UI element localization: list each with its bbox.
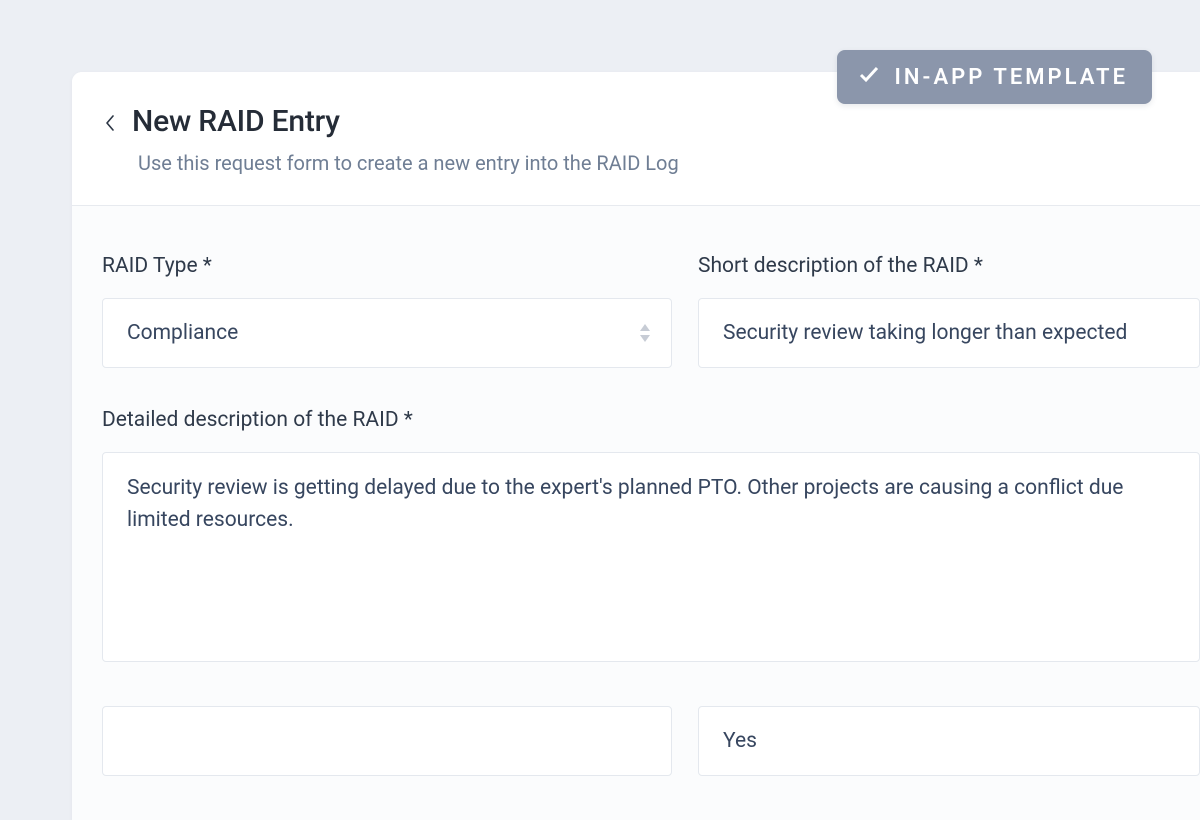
raid-type-select[interactable]: Compliance xyxy=(102,298,672,368)
back-icon[interactable] xyxy=(102,115,118,131)
form-row-1: RAID Type * Compliance Short description… xyxy=(102,254,1200,368)
detail-desc-label: Detailed description of the RAID * xyxy=(102,408,1200,432)
field-raid-type: RAID Type * Compliance xyxy=(102,254,672,368)
check-icon xyxy=(857,62,881,92)
detail-desc-textarea[interactable] xyxy=(102,452,1200,662)
raid-type-value: Compliance xyxy=(127,321,238,345)
select-sort-icon xyxy=(639,324,651,342)
title-row: New RAID Entry xyxy=(102,104,1200,139)
page-background: New RAID Entry Use this request form to … xyxy=(0,0,1200,820)
field-short-desc: Short description of the RAID * xyxy=(698,254,1200,368)
field-extra-left xyxy=(102,706,672,776)
extra-left-input[interactable] xyxy=(102,706,672,776)
field-extra-right: Yes xyxy=(698,706,1200,776)
badge-label: IN-APP TEMPLATE xyxy=(895,65,1128,90)
form-row-2: Detailed description of the RAID * xyxy=(102,408,1200,662)
short-desc-label: Short description of the RAID * xyxy=(698,254,1200,278)
page-subtitle: Use this request form to create a new en… xyxy=(138,151,1200,175)
extra-right-value: Yes xyxy=(723,729,757,753)
raid-type-label: RAID Type * xyxy=(102,254,672,278)
extra-right-input[interactable]: Yes xyxy=(698,706,1200,776)
form-card: New RAID Entry Use this request form to … xyxy=(72,72,1200,820)
page-title: New RAID Entry xyxy=(132,104,340,139)
field-detail-desc: Detailed description of the RAID * xyxy=(102,408,1200,662)
short-desc-input[interactable] xyxy=(698,298,1200,368)
form-row-3: Yes xyxy=(102,706,1200,776)
in-app-template-badge: IN-APP TEMPLATE xyxy=(837,50,1152,104)
form-body: RAID Type * Compliance Short description… xyxy=(72,206,1200,820)
